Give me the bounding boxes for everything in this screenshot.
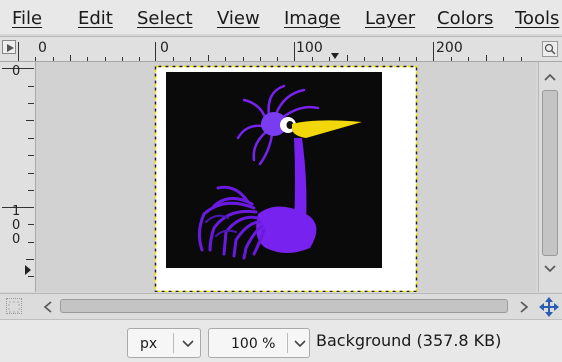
ruler-v-label-3: 0 xyxy=(12,232,21,247)
layer-info: Background (357.8 KB) xyxy=(316,331,502,350)
ruler-v-label-0: 0 xyxy=(12,64,21,79)
horizontal-scroll-thumb[interactable] xyxy=(60,299,508,313)
menu-bar: File Edit Select View Image Layer Colors… xyxy=(0,0,562,34)
menu-view[interactable]: View xyxy=(217,8,260,29)
zoom-fit-button[interactable] xyxy=(542,41,558,57)
zoom-divider xyxy=(287,333,288,353)
menu-toggle-button[interactable] xyxy=(2,40,16,54)
menu-tools[interactable]: Tools xyxy=(515,8,559,29)
scroll-right-arrow-icon[interactable] xyxy=(514,296,534,318)
ruler-v-label-1: 1 xyxy=(12,204,21,219)
unit-value: px xyxy=(140,336,158,352)
pointer-marker xyxy=(331,53,339,59)
scroll-up-arrow-icon[interactable] xyxy=(539,70,561,84)
vertical-scrollbar[interactable] xyxy=(538,62,562,292)
bird-artwork xyxy=(166,72,382,268)
pointer-marker-v xyxy=(25,265,31,275)
scroll-down-arrow-icon[interactable] xyxy=(539,262,561,276)
status-bar: px 100 % Background (357.8 KB) xyxy=(0,319,562,362)
triangle-right-icon xyxy=(7,44,14,52)
ruler-label-0-left: 0 xyxy=(38,40,47,56)
image-canvas[interactable] xyxy=(36,62,536,292)
chevron-down-icon xyxy=(182,340,194,348)
quick-mask-button[interactable] xyxy=(6,298,22,314)
menu-edit[interactable]: Edit xyxy=(78,8,113,29)
chevron-down-icon xyxy=(294,340,306,348)
ruler-v-label-2: 0 xyxy=(12,218,21,233)
quick-mask-icon xyxy=(8,301,20,313)
unit-divider xyxy=(173,333,174,353)
horizontal-ruler[interactable]: 0 0 100 200 xyxy=(0,36,562,62)
vertical-ruler[interactable]: 0 1 0 0 xyxy=(0,62,36,292)
menu-select[interactable]: Select xyxy=(137,8,193,29)
ruler-label-200: 200 xyxy=(436,40,463,56)
zoom-value: 100 % xyxy=(231,336,276,352)
menu-colors[interactable]: Colors xyxy=(437,8,493,29)
menu-file[interactable]: File xyxy=(12,8,42,29)
ruler-label-0: 0 xyxy=(160,40,169,56)
ruler-label-100: 100 xyxy=(296,40,323,56)
scroll-left-arrow-icon[interactable] xyxy=(38,296,58,318)
vertical-scroll-thumb[interactable] xyxy=(542,90,558,256)
horizontal-scrollbar[interactable] xyxy=(0,293,562,319)
menu-image[interactable]: Image xyxy=(284,8,340,29)
ruler-ticks-v xyxy=(2,68,34,277)
zoom-icon xyxy=(544,43,556,55)
unit-select[interactable]: px xyxy=(127,328,201,358)
move-icon[interactable] xyxy=(538,296,560,318)
menu-layer[interactable]: Layer xyxy=(365,8,415,29)
zoom-select[interactable]: 100 % xyxy=(208,328,310,358)
